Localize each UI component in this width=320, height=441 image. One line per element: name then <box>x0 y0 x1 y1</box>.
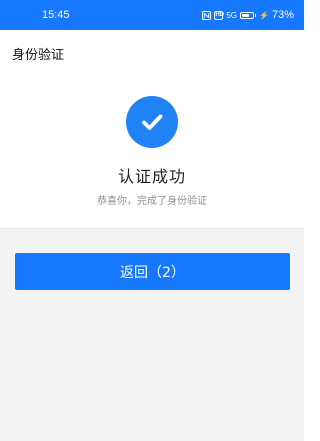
screen-gutter <box>304 0 320 441</box>
return-button[interactable]: 返回（2） <box>15 253 290 290</box>
battery-percent: 73% <box>271 9 294 21</box>
battery-icon <box>240 11 256 19</box>
hd-icon: HD <box>214 10 224 20</box>
status-icons: HD 5G ⚡ 73% <box>202 9 294 21</box>
status-time: 15:45 <box>42 9 70 21</box>
nfc-icon <box>202 10 212 20</box>
status-bar: 15:45 HD 5G ⚡ 73% <box>0 0 304 30</box>
page-title: 身份验证 <box>12 48 65 63</box>
checkmark-icon <box>126 96 178 148</box>
app-screen: 15:45 HD 5G ⚡ 73% 身份验证 认证成功 恭喜你，完成了身份验证 … <box>0 0 304 441</box>
success-subtitle: 恭喜你，完成了身份验证 <box>97 196 207 207</box>
verification-result-panel: 身份验证 认证成功 恭喜你，完成了身份验证 <box>0 30 304 229</box>
charging-icon: ⚡ <box>259 10 269 20</box>
success-title: 认证成功 <box>117 167 186 186</box>
signal-icon: 5G <box>226 10 237 20</box>
